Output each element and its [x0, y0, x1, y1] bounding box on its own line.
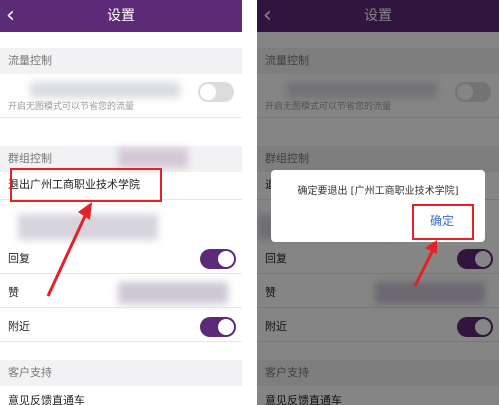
- blurred-block: [118, 282, 228, 304]
- arrow-shaft: [46, 213, 88, 297]
- settings-screen: ‹ 设置 流量控制 开启无图模式可以节省您的流量 群组控制 退出广州工商职业技术…: [0, 0, 242, 405]
- red-arrow: [413, 240, 437, 287]
- toggle-nearby[interactable]: [200, 317, 236, 337]
- row-subtitle: 开启无图模式可以节省您的流量: [8, 102, 135, 112]
- arrow-shaft: [413, 249, 435, 287]
- toggle-no-image-mode[interactable]: [198, 82, 234, 102]
- red-arrow: [46, 202, 92, 297]
- blurred-block: [118, 148, 188, 168]
- toggle-reply[interactable]: [200, 249, 236, 269]
- dialog-message: 确定要退出 [广州工商职业技术学院]: [297, 186, 459, 197]
- toggle-knob: [218, 319, 234, 335]
- page-title: 设置: [107, 8, 135, 24]
- blurred-row-title: [30, 82, 180, 98]
- section-support: 客户支持: [0, 360, 242, 386]
- section-traffic: 流量控制: [0, 48, 242, 74]
- row-no-image-mode[interactable]: 开启无图模式可以节省您的流量: [0, 74, 242, 118]
- toggle-knob: [218, 251, 234, 267]
- highlight-box: [412, 204, 474, 240]
- top-bar: ‹ 设置: [0, 0, 242, 32]
- toggle-knob: [200, 84, 216, 100]
- confirm-screen: ‹ 设置 流量控制 开启无图模式可以节省您的流量 群组控制 退出广州工商职业技术…: [257, 0, 499, 405]
- row-feedback[interactable]: 意见反馈直通车: [0, 386, 242, 405]
- row-reply[interactable]: 回复: [0, 244, 242, 274]
- row-nearby[interactable]: 附近: [0, 312, 242, 342]
- row-like[interactable]: 赞: [0, 278, 242, 308]
